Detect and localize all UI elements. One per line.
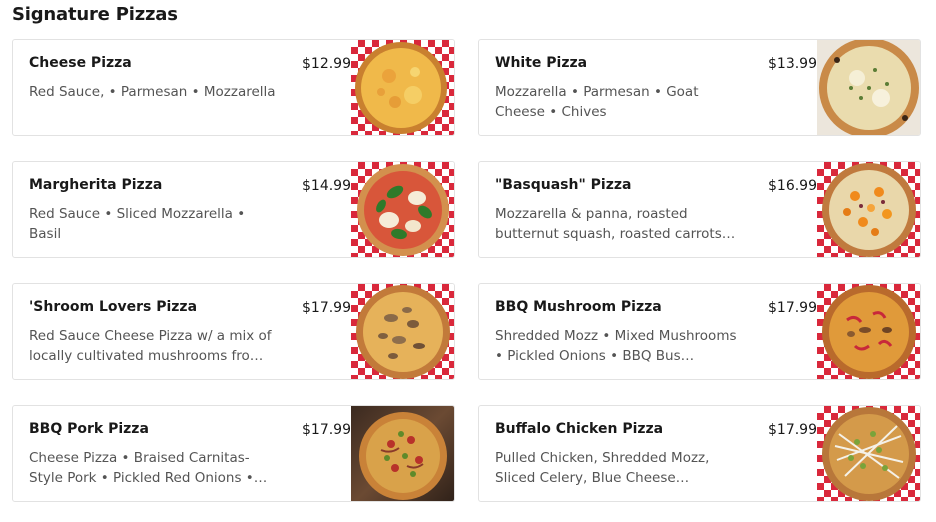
menu-item-card[interactable]: BBQ Pork Pizza $17.99 Cheese Pizza • Bra… (12, 405, 455, 502)
item-name: 'Shroom Lovers Pizza (29, 299, 198, 315)
menu-item-card[interactable]: Margherita Pizza $14.99 Red Sauce • Slic… (12, 161, 455, 258)
buffalo-chicken-pizza-photo (817, 406, 920, 501)
item-name: Cheese Pizza (29, 55, 132, 71)
menu-item-card[interactable]: "Basquash" Pizza $16.99 Mozzarella & pan… (478, 161, 921, 258)
item-description: Cheese Pizza • Braised Carnitas-Style Po… (29, 450, 268, 486)
menu-item-card[interactable]: 'Shroom Lovers Pizza $17.99 Red Sauce Ch… (12, 283, 455, 380)
item-description: Mozzarella • Parmesan • Goat Cheese • Ch… (495, 84, 699, 120)
item-description: Red Sauce Cheese Pizza w/ a mix of local… (29, 328, 272, 364)
item-price: $17.99 (302, 422, 351, 438)
item-name: BBQ Pork Pizza (29, 421, 149, 437)
white-pizza-photo (817, 40, 920, 135)
item-name: Buffalo Chicken Pizza (495, 421, 664, 437)
menu-item-card[interactable]: Cheese Pizza $12.99 Red Sauce, • Parmesa… (12, 39, 455, 136)
menu-grid: Cheese Pizza $12.99 Red Sauce, • Parmesa… (12, 39, 921, 502)
item-name: "Basquash" Pizza (495, 177, 632, 193)
item-price: $17.99 (302, 300, 351, 316)
bbq-pork-pizza-photo (351, 406, 454, 501)
item-name: White Pizza (495, 55, 588, 71)
margherita-pizza-photo (351, 162, 454, 257)
item-name: BBQ Mushroom Pizza (495, 299, 662, 315)
item-name: Margherita Pizza (29, 177, 163, 193)
section-title: Signature Pizzas (12, 4, 178, 25)
item-price: $13.99 (768, 56, 817, 72)
cheese-pizza-photo (351, 40, 454, 135)
item-price: $16.99 (768, 178, 817, 194)
item-price: $17.99 (768, 422, 817, 438)
basquash-pizza-photo (817, 162, 920, 257)
bbq-mushroom-pizza-photo (817, 284, 920, 379)
item-price: $14.99 (302, 178, 351, 194)
shroom-lovers-pizza-photo (351, 284, 454, 379)
item-description: Red Sauce • Sliced Mozzarella • Basil (29, 206, 246, 242)
menu-item-card[interactable]: White Pizza $13.99 Mozzarella • Parmesan… (478, 39, 921, 136)
item-description: Pulled Chicken, Shredded Mozz, Sliced Ce… (495, 450, 710, 486)
menu-item-card[interactable]: BBQ Mushroom Pizza $17.99 Shredded Mozz … (478, 283, 921, 380)
item-price: $12.99 (302, 56, 351, 72)
menu-item-card[interactable]: Buffalo Chicken Pizza $17.99 Pulled Chic… (478, 405, 921, 502)
item-description: Red Sauce, • Parmesan • Mozzarella (29, 84, 276, 100)
item-description: Mozzarella & panna, roasted butternut sq… (495, 206, 736, 242)
item-price: $17.99 (768, 300, 817, 316)
item-description: Shredded Mozz • Mixed Mushrooms • Pickle… (495, 328, 737, 364)
